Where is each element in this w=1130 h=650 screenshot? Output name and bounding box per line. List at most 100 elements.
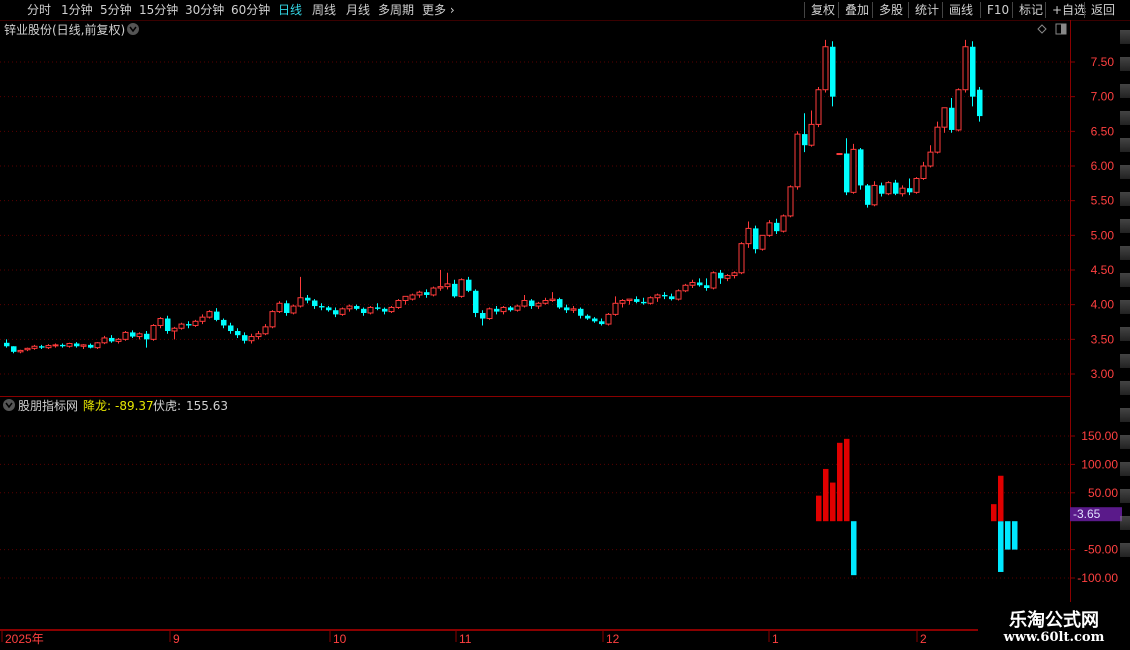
- period-tab[interactable]: 周线: [312, 2, 336, 18]
- candle[interactable]: [521, 294, 528, 308]
- candle[interactable]: [11, 346, 17, 354]
- candle[interactable]: [865, 184, 871, 208]
- candle[interactable]: [284, 300, 290, 316]
- candle[interactable]: [599, 318, 605, 326]
- period-tab[interactable]: 60分钟: [231, 2, 270, 18]
- candle[interactable]: [549, 292, 556, 302]
- candle[interactable]: [508, 306, 514, 312]
- indicator-bar[interactable]: [844, 438, 850, 522]
- candle[interactable]: [710, 271, 717, 290]
- candle[interactable]: [535, 301, 542, 309]
- candle[interactable]: [634, 296, 640, 304]
- candle[interactable]: [871, 181, 878, 207]
- candle[interactable]: [458, 278, 465, 298]
- candle[interactable]: [221, 318, 227, 329]
- candle[interactable]: [101, 335, 108, 345]
- candle[interactable]: [165, 315, 171, 334]
- candle[interactable]: [192, 319, 199, 327]
- candle[interactable]: [605, 312, 612, 326]
- candle[interactable]: [585, 314, 591, 320]
- indicator-bar[interactable]: [837, 442, 843, 522]
- candle[interactable]: [907, 178, 913, 196]
- indicator-chart[interactable]: 150.00 100.00 50.00 -50.00 -100.00 股朋指标网 降龙: -8…: [0, 397, 1130, 630]
- candle[interactable]: [977, 86, 983, 122]
- window-icon[interactable]: [1055, 23, 1067, 35]
- candle[interactable]: [199, 314, 206, 325]
- candle[interactable]: [836, 153, 843, 156]
- indicator-bar[interactable]: [823, 468, 829, 522]
- candle[interactable]: [570, 306, 577, 313]
- candle[interactable]: [339, 307, 346, 316]
- candle[interactable]: [557, 297, 563, 309]
- candle[interactable]: [514, 304, 521, 312]
- candle[interactable]: [24, 347, 31, 352]
- candle[interactable]: [542, 297, 549, 305]
- candle[interactable]: [4, 339, 10, 348]
- period-tab[interactable]: 分时: [27, 2, 51, 18]
- candle[interactable]: [724, 274, 731, 282]
- candle[interactable]: [424, 289, 430, 298]
- candle[interactable]: [494, 306, 500, 315]
- candle[interactable]: [626, 298, 633, 305]
- candle[interactable]: [529, 299, 535, 309]
- toolbar-action-button[interactable]: 标记: [1012, 2, 1043, 18]
- candle[interactable]: [52, 343, 59, 348]
- candle[interactable]: [486, 307, 493, 320]
- candle[interactable]: [186, 321, 192, 329]
- candle[interactable]: [822, 39, 829, 93]
- candle[interactable]: [31, 344, 38, 350]
- candle[interactable]: [122, 331, 129, 341]
- candle[interactable]: [150, 324, 157, 341]
- toolbar-action-button[interactable]: 叠加: [838, 2, 869, 18]
- candle[interactable]: [787, 185, 794, 218]
- candle[interactable]: [619, 299, 626, 308]
- candle[interactable]: [753, 225, 759, 254]
- candle[interactable]: [235, 328, 241, 338]
- candle[interactable]: [920, 161, 927, 180]
- candle[interactable]: [641, 297, 647, 305]
- candle[interactable]: [731, 271, 738, 279]
- candle[interactable]: [949, 98, 955, 133]
- toolbar-action-button[interactable]: 多股: [872, 2, 903, 18]
- candle[interactable]: [766, 220, 773, 237]
- candle[interactable]: [88, 343, 94, 349]
- candle[interactable]: [704, 278, 710, 291]
- candle[interactable]: [564, 304, 570, 313]
- candle[interactable]: [962, 39, 969, 93]
- candle[interactable]: [850, 143, 857, 194]
- period-tab[interactable]: 更多 ›: [422, 2, 455, 18]
- candle[interactable]: [473, 289, 479, 318]
- period-tab[interactable]: 日线: [278, 2, 302, 18]
- candle[interactable]: [130, 330, 136, 338]
- candle[interactable]: [808, 110, 815, 147]
- candle[interactable]: [66, 342, 73, 348]
- candle[interactable]: [774, 218, 780, 234]
- candle[interactable]: [74, 342, 80, 348]
- candle[interactable]: [228, 322, 234, 334]
- candle[interactable]: [109, 335, 115, 343]
- candle[interactable]: [430, 286, 437, 297]
- toolbar-action-button[interactable]: 统计: [908, 2, 939, 18]
- candle[interactable]: [437, 270, 444, 291]
- candle[interactable]: [395, 299, 402, 309]
- toolbar-action-button[interactable]: 画线: [942, 2, 973, 18]
- toolbar-action-button[interactable]: +自选: [1045, 2, 1086, 18]
- candle[interactable]: [794, 131, 801, 190]
- candlestick-chart[interactable]: 7.50 7.00 6.50 6.00 5.50 5.00 4.50 4.00 3.50 3.00…: [0, 20, 1130, 397]
- candle[interactable]: [367, 306, 374, 315]
- candle[interactable]: [913, 177, 920, 194]
- candle[interactable]: [402, 295, 409, 305]
- candle[interactable]: [858, 147, 864, 190]
- candle[interactable]: [354, 304, 360, 311]
- candle[interactable]: [248, 333, 255, 344]
- candle[interactable]: [388, 306, 395, 313]
- candle[interactable]: [885, 181, 892, 196]
- candle[interactable]: [276, 301, 283, 313]
- indicator-bar[interactable]: [998, 475, 1004, 522]
- candle[interactable]: [375, 303, 381, 311]
- candle[interactable]: [780, 214, 787, 233]
- candle[interactable]: [214, 308, 220, 322]
- candle[interactable]: [326, 306, 332, 312]
- candle[interactable]: [697, 278, 703, 287]
- candle[interactable]: [297, 276, 304, 308]
